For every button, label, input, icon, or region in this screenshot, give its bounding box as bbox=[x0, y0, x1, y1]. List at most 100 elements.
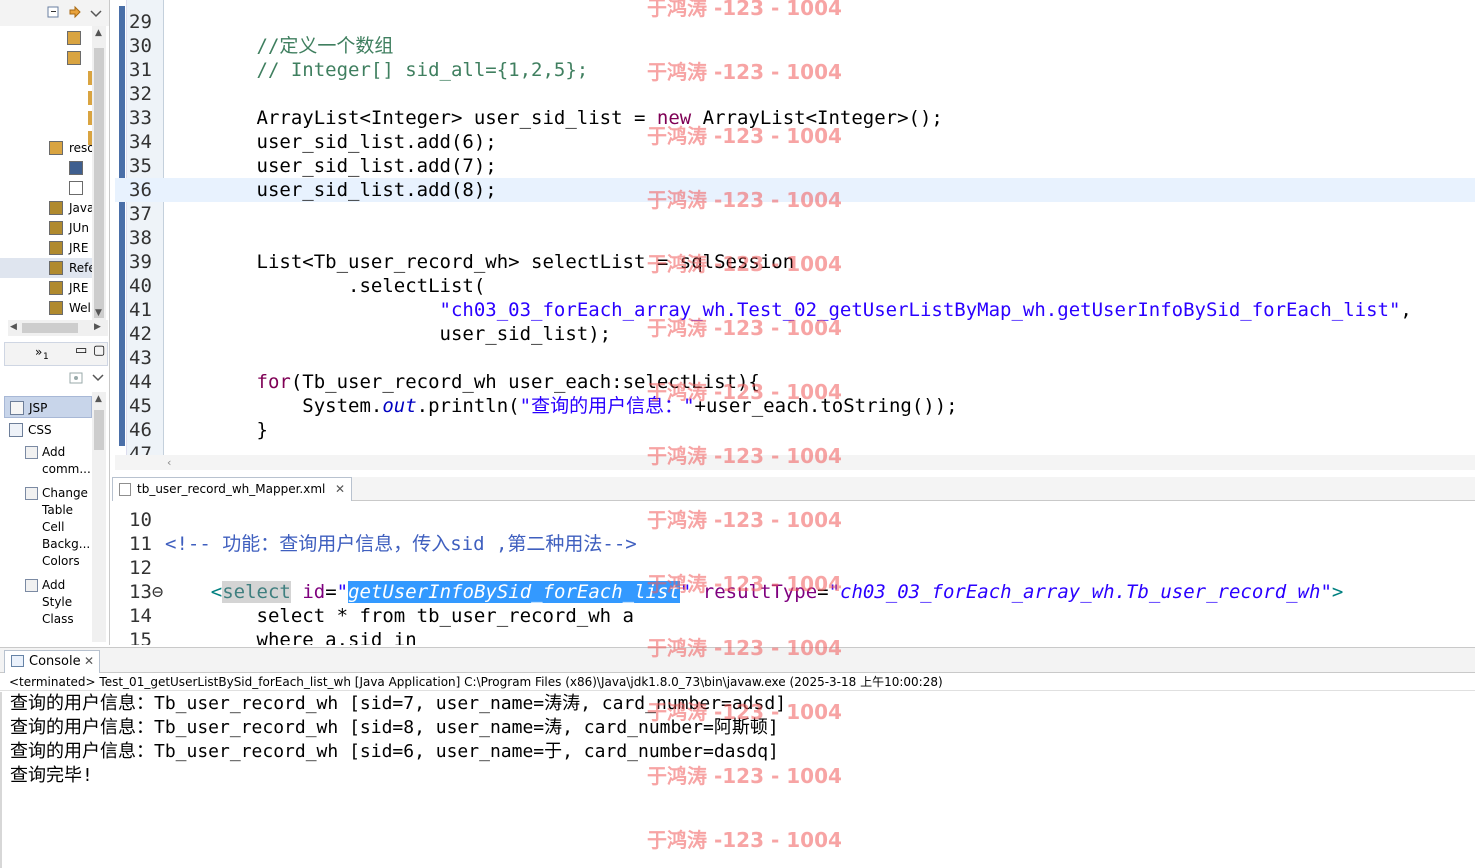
tree-item[interactable]: JUn bbox=[0, 218, 92, 238]
code-text[interactable]: .selectList( bbox=[165, 274, 1475, 298]
code-line[interactable]: 12 bbox=[115, 556, 1475, 580]
hidden-views-chevron[interactable]: » bbox=[35, 345, 42, 359]
line-number: 30 bbox=[129, 35, 152, 57]
code-line[interactable]: 43 bbox=[115, 346, 1475, 370]
library-icon bbox=[49, 281, 63, 295]
snippet-category-label: CSS bbox=[28, 423, 52, 437]
tab-label: tb_user_record_wh_Mapper.xml bbox=[137, 482, 326, 496]
link-with-editor-icon[interactable] bbox=[67, 5, 83, 21]
code-text[interactable]: user_sid_list.add(7); bbox=[165, 154, 1475, 178]
code-line[interactable]: 13⊖ <select id="getUserInfoBySid_forEach… bbox=[115, 580, 1475, 604]
code-text[interactable]: } bbox=[165, 418, 1475, 442]
view-menu-icon[interactable] bbox=[90, 5, 102, 21]
code-line[interactable]: 34 user_sid_list.add(6); bbox=[115, 130, 1475, 154]
tree-item[interactable] bbox=[0, 68, 92, 88]
code-text[interactable]: //定义一个数组 bbox=[165, 34, 1475, 58]
tree-item[interactable] bbox=[0, 88, 92, 108]
code-text[interactable]: user_sid_list.add(8); bbox=[165, 178, 1475, 202]
java-editor-horizontal-scrollbar[interactable]: ‹ bbox=[115, 455, 1475, 470]
code-text[interactable]: ArrayList<Integer> user_sid_list = new A… bbox=[165, 106, 1475, 130]
close-icon[interactable]: ✕ bbox=[84, 651, 94, 672]
code-line[interactable]: 32 bbox=[115, 82, 1475, 106]
scroll-up-icon[interactable]: ▲ bbox=[95, 394, 102, 404]
code-line[interactable]: 39 List<Tb_user_record_wh> selectList = … bbox=[115, 250, 1475, 274]
code-text[interactable]: user_sid_list.add(6); bbox=[165, 130, 1475, 154]
tree-item[interactable] bbox=[0, 108, 92, 128]
java-editor[interactable]: 29 30 //定义一个数组 31 // Integer[] sid_all={1,… bbox=[115, 0, 1475, 470]
scroll-right-icon[interactable]: ▶ bbox=[94, 322, 101, 332]
tree-item[interactable]: Refe bbox=[0, 258, 92, 278]
tree-item[interactable]: JRE bbox=[0, 278, 92, 298]
line-number: 29 bbox=[129, 11, 152, 33]
code-text[interactable]: where a.sid in bbox=[165, 628, 1475, 645]
hidden-views-count: 1 bbox=[43, 352, 49, 362]
code-line[interactable]: 15 where a.sid in bbox=[115, 628, 1475, 645]
close-icon[interactable]: ✕ bbox=[335, 478, 345, 500]
scroll-thumb[interactable] bbox=[94, 48, 104, 318]
snippet-category-css[interactable]: CSS bbox=[4, 419, 92, 441]
scroll-left-icon[interactable]: ◀ bbox=[10, 322, 17, 332]
collapse-all-icon[interactable] bbox=[46, 5, 62, 21]
tree-item[interactable]: Wel bbox=[0, 298, 92, 318]
code-line[interactable]: 45 System.out.println("查询的用户信息："+user_ea… bbox=[115, 394, 1475, 418]
customize-icon[interactable] bbox=[68, 371, 84, 385]
code-text[interactable]: <!-- 功能：查询用户信息，传入sid ,第二种用法--> bbox=[165, 532, 1475, 556]
code-line[interactable]: 35 user_sid_list.add(7); bbox=[115, 154, 1475, 178]
code-line[interactable]: 31 // Integer[] sid_all={1,2,5}; bbox=[115, 58, 1475, 82]
package-explorer-horizontal-scrollbar[interactable]: ◀ ▶ bbox=[8, 320, 108, 336]
code-text[interactable]: user_sid_list); bbox=[165, 322, 1475, 346]
line-number: 41 bbox=[129, 299, 152, 321]
tree-item[interactable]: JRE bbox=[0, 238, 92, 258]
scroll-thumb[interactable] bbox=[94, 410, 104, 450]
snippet-item[interactable]: Change Table Cell Backg... Colors bbox=[42, 485, 92, 570]
tree-item[interactable] bbox=[0, 28, 92, 48]
code-text[interactable]: "ch03_03_forEach_array_wh.Test_02_getUse… bbox=[165, 298, 1475, 322]
xml-editor[interactable]: 10 11 <!-- 功能：查询用户信息，传入sid ,第二种用法--> 12 13⊖ … bbox=[115, 502, 1475, 645]
snippet-icon bbox=[25, 446, 38, 459]
code-line[interactable]: 36 user_sid_list.add(8); bbox=[115, 178, 1475, 202]
code-line[interactable]: 42 user_sid_list); bbox=[115, 322, 1475, 346]
line-number: 32 bbox=[129, 83, 152, 105]
tree-item[interactable] bbox=[0, 178, 92, 198]
scroll-down-icon[interactable]: ▼ bbox=[95, 308, 102, 318]
code-line[interactable]: 37 bbox=[115, 202, 1475, 226]
minimize-icon[interactable]: ▭ bbox=[75, 343, 87, 358]
code-line[interactable]: 40 .selectList( bbox=[115, 274, 1475, 298]
package-explorer-vertical-scrollbar[interactable]: ▲ ▼ bbox=[92, 26, 106, 320]
scroll-thumb[interactable] bbox=[22, 323, 78, 333]
view-menu-icon[interactable] bbox=[92, 372, 104, 384]
tab-console[interactable]: Console ✕ bbox=[4, 650, 100, 673]
tree-item[interactable]: reso bbox=[0, 138, 92, 158]
code-line[interactable]: 38 bbox=[115, 226, 1475, 250]
snippet-item[interactable]: Add Style Class bbox=[42, 577, 92, 628]
code-line[interactable]: 44 for(Tb_user_record_wh user_each:selec… bbox=[115, 370, 1475, 394]
snippet-item[interactable]: Add comm... bbox=[42, 444, 92, 478]
snippet-category-jsp[interactable]: JSP bbox=[4, 396, 92, 418]
tab-mapper-xml[interactable]: tb_user_record_wh_Mapper.xml ✕ bbox=[112, 477, 352, 501]
code-line[interactable]: 10 bbox=[115, 508, 1475, 532]
code-line[interactable]: 29 bbox=[115, 10, 1475, 34]
tree-item[interactable] bbox=[0, 158, 92, 178]
code-text[interactable]: <select id="getUserInfoBySid_forEach_lis… bbox=[165, 580, 1475, 604]
code-line[interactable]: 46 } bbox=[115, 418, 1475, 442]
maximize-icon[interactable]: ▢ bbox=[93, 343, 105, 358]
code-line[interactable]: 33 ArrayList<Integer> user_sid_list = ne… bbox=[115, 106, 1475, 130]
code-line[interactable]: 41 "ch03_03_forEach_array_wh.Test_02_get… bbox=[115, 298, 1475, 322]
tree-item[interactable] bbox=[0, 48, 92, 68]
scroll-up-icon[interactable]: ▲ bbox=[95, 28, 102, 38]
tree-item-label: JUn bbox=[69, 221, 89, 235]
scroll-left-icon[interactable]: ‹ bbox=[167, 456, 171, 469]
code-text[interactable]: System.out.println("查询的用户信息："+user_each.… bbox=[165, 394, 1475, 418]
code-text[interactable]: select * from tb_user_record_wh a bbox=[165, 604, 1475, 628]
code-text[interactable]: List<Tb_user_record_wh> selectList = sql… bbox=[165, 250, 1475, 274]
tree-item[interactable]: Java bbox=[0, 198, 92, 218]
tree-item-label: JRE bbox=[69, 281, 89, 295]
snippets-vertical-scrollbar[interactable]: ▲ bbox=[92, 392, 106, 642]
console-output[interactable]: 查询的用户信息：Tb_user_record_wh [sid=7, user_n… bbox=[0, 692, 1475, 868]
code-line[interactable]: 14 select * from tb_user_record_wh a bbox=[115, 604, 1475, 628]
line-number[interactable]: 13⊖ bbox=[129, 580, 165, 604]
code-text[interactable]: for(Tb_user_record_wh user_each:selectLi… bbox=[165, 370, 1475, 394]
code-text[interactable]: // Integer[] sid_all={1,2,5}; bbox=[165, 58, 1475, 82]
code-line[interactable]: 30 //定义一个数组 bbox=[115, 34, 1475, 58]
code-line[interactable]: 11 <!-- 功能：查询用户信息，传入sid ,第二种用法--> bbox=[115, 532, 1475, 556]
